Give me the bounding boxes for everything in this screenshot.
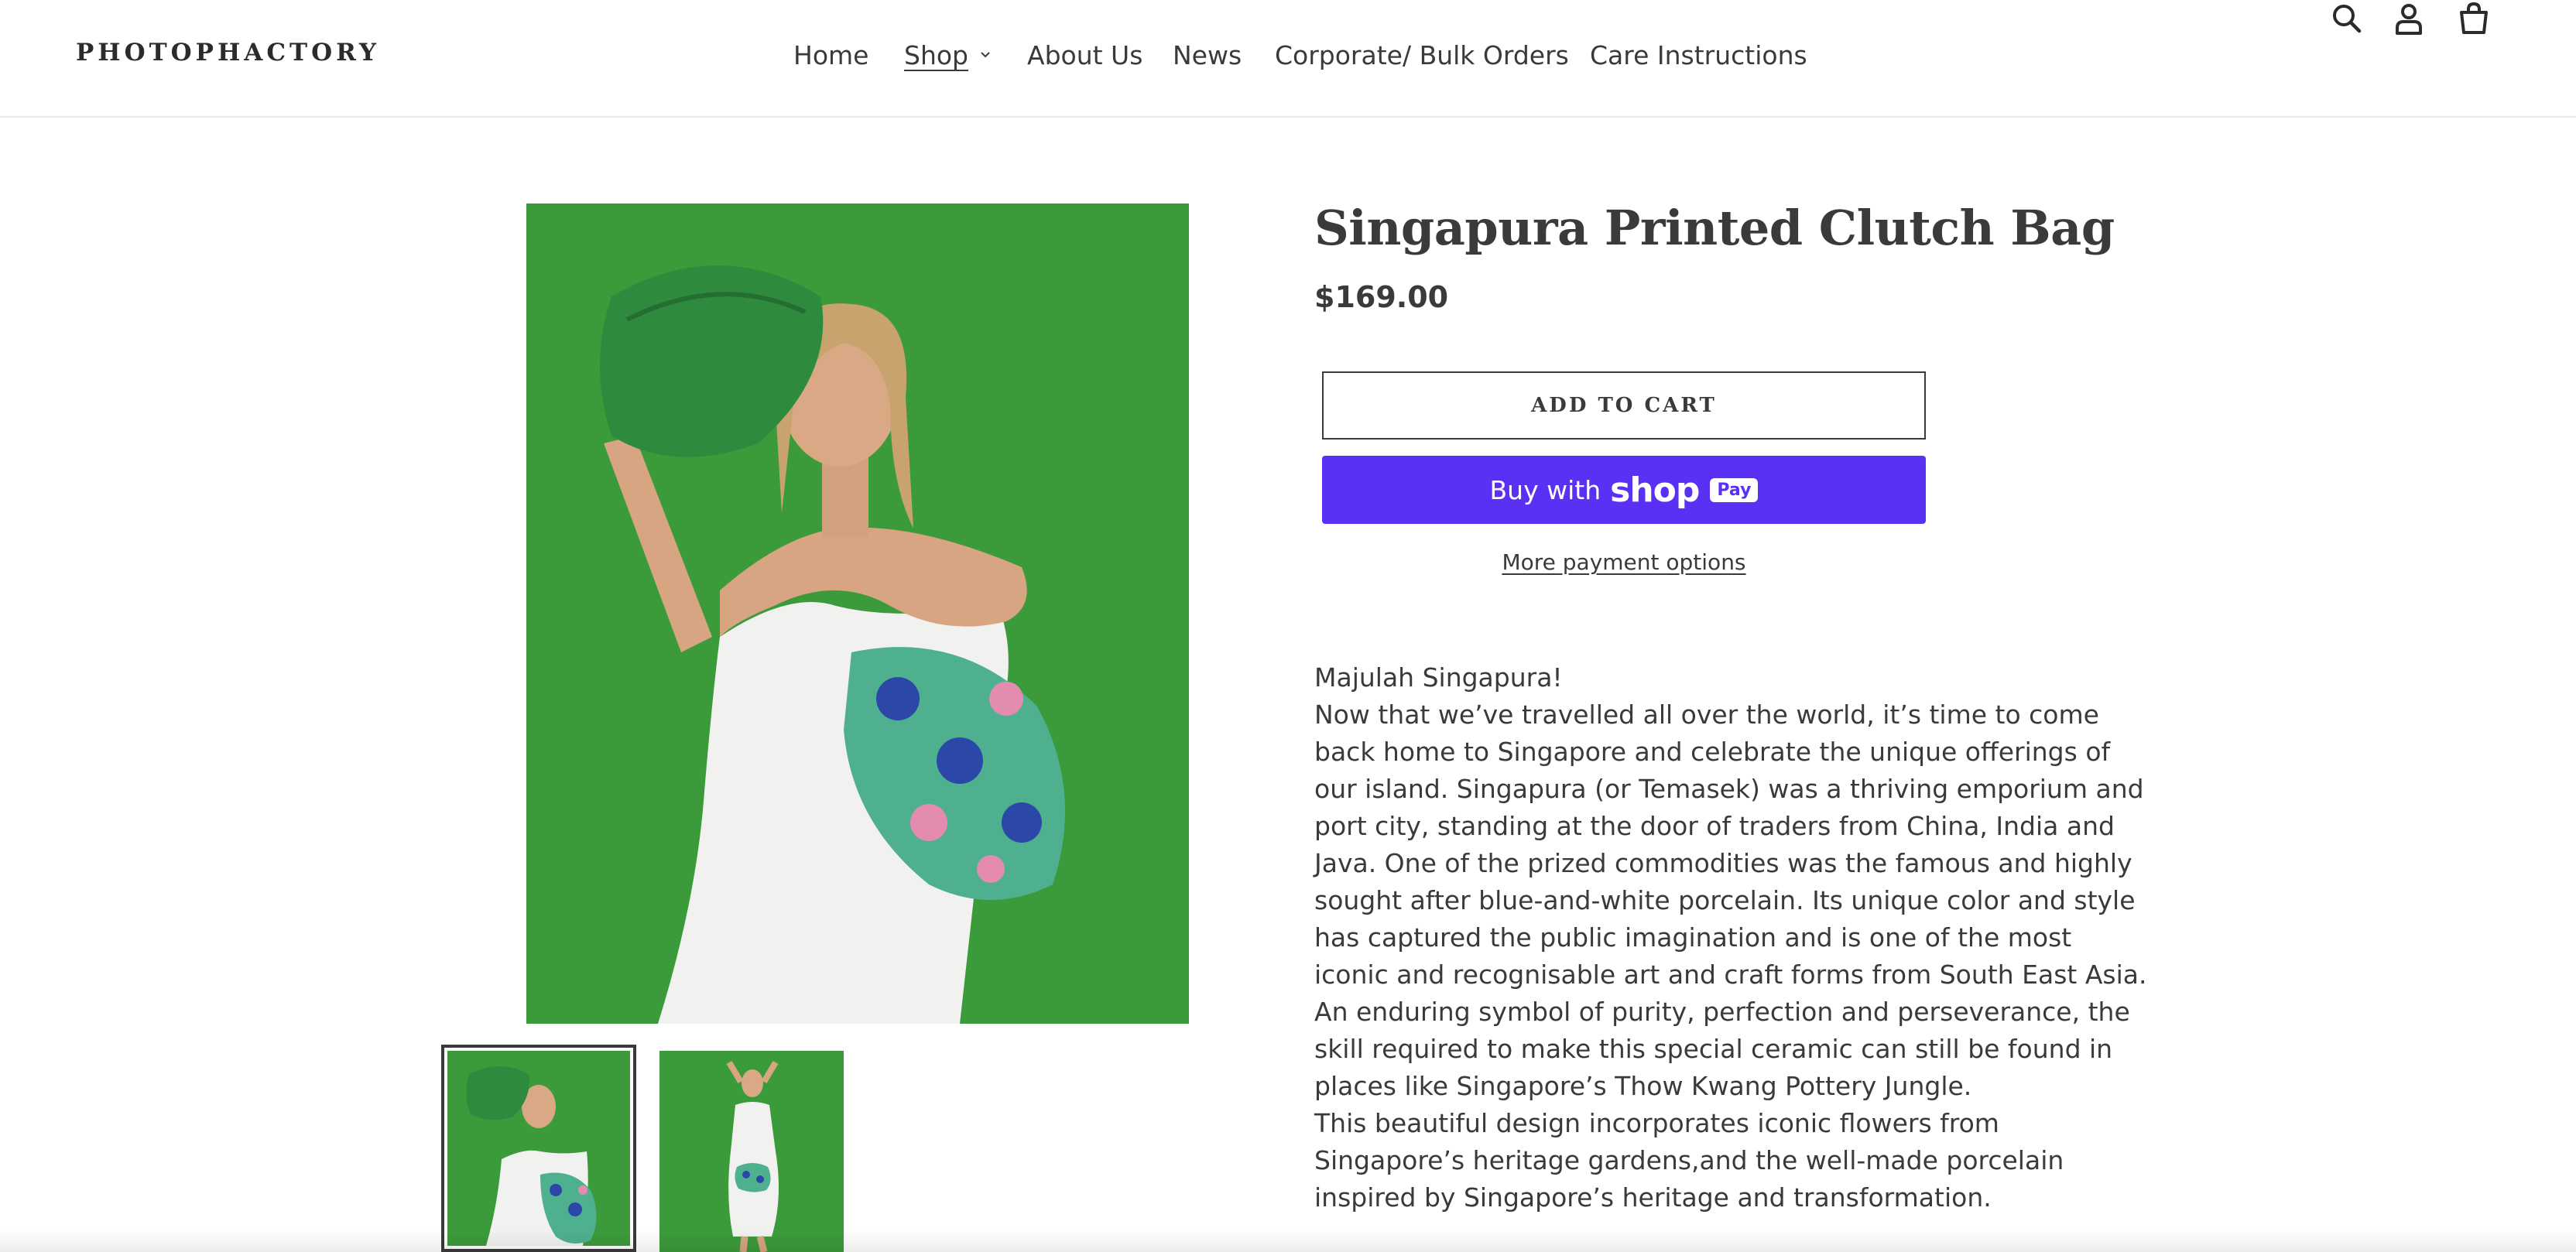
shop-pay-logo-word: shop	[1610, 470, 1700, 510]
more-payment-options-link[interactable]: More payment options	[1322, 549, 1926, 575]
nav-care-instructions[interactable]: Care Instructions	[1590, 40, 1807, 70]
nav-corporate-bulk-orders[interactable]: Corporate/ Bulk Orders	[1275, 40, 1569, 70]
bottom-fade	[0, 1230, 2576, 1252]
product-thumbnail-2[interactable]	[659, 1051, 844, 1252]
shop-pay-badge: Pay	[1710, 477, 1759, 502]
product-thumbnail-1[interactable]	[441, 1045, 636, 1252]
chevron-down-icon	[981, 52, 990, 58]
search-icon[interactable]	[2328, 0, 2365, 37]
product-description: Majulah Singapura! Now that we’ve travel…	[1314, 659, 2150, 1216]
description-paragraph-3: This beautiful design incorporates iconi…	[1314, 1108, 2064, 1213]
site-logo[interactable]: PHOTOPHACTORY	[76, 39, 380, 67]
description-paragraph-1: Majulah Singapura!	[1314, 662, 1563, 693]
product-title: Singapura Printed Clutch Bag	[1314, 200, 2115, 256]
thumbnail-2-photo	[659, 1051, 844, 1252]
description-paragraph-2: Now that we’ve travelled all over the wo…	[1314, 700, 2147, 1101]
product-photo-model-with-clutch	[526, 204, 1189, 1024]
nav-shop-label: Shop	[904, 39, 968, 70]
add-to-cart-button[interactable]: ADD TO CART	[1322, 371, 1926, 440]
buy-with-label: Buy with	[1489, 474, 1601, 505]
product-price: $169.00	[1314, 280, 1449, 314]
buy-with-shop-pay-button[interactable]: Buy with shop Pay	[1322, 456, 1926, 524]
cart-icon[interactable]	[2455, 0, 2492, 37]
thumbnail-1-photo	[447, 1051, 630, 1246]
nav-shop[interactable]: Shop	[904, 40, 992, 70]
thumbnail-1-image	[447, 1051, 630, 1246]
nav-about-us[interactable]: About Us	[1027, 40, 1142, 70]
account-icon[interactable]	[2390, 0, 2427, 37]
site-header: PHOTOPHACTORY Home Shop About Us News Co…	[0, 0, 2576, 118]
product-main-image[interactable]	[526, 204, 1189, 1024]
nav-news[interactable]: News	[1173, 40, 1242, 70]
nav-home[interactable]: Home	[793, 40, 868, 70]
